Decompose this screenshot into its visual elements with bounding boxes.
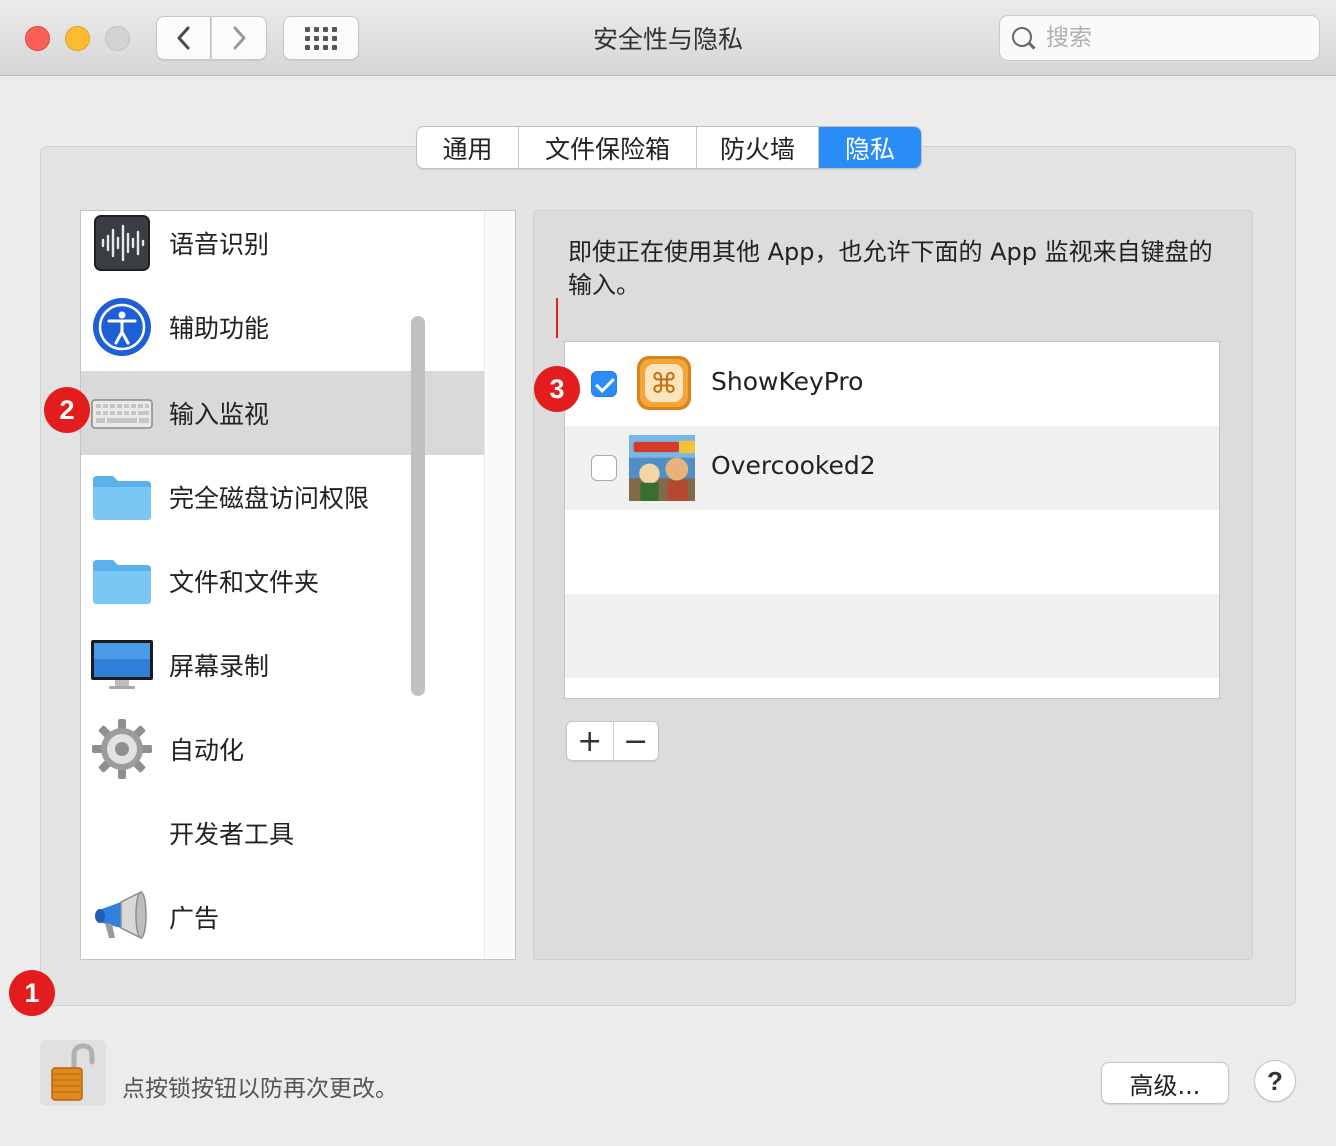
folder-icon — [93, 476, 151, 520]
app-row-empty — [565, 594, 1219, 678]
list-scrollbar-track[interactable] — [484, 211, 515, 959]
category-label: 辅助功能 — [169, 314, 270, 343]
category-label: 输入监视 — [169, 400, 270, 429]
speech-waveform-icon — [94, 215, 150, 271]
title-bar: 安全性与隐私 — [0, 0, 1336, 76]
category-advertising[interactable]: 广告 — [81, 875, 484, 959]
add-remove-control: + − — [566, 721, 659, 761]
input-monitoring-description: 即使正在使用其他 App，也允许下面的 App 监视来自键盘的输入。 — [568, 238, 1213, 299]
list-scrollbar-thumb[interactable] — [411, 316, 425, 696]
add-app-button[interactable]: + — [567, 722, 613, 760]
lock-button[interactable] — [40, 1040, 106, 1106]
advanced-button[interactable]: 高级... — [1101, 1062, 1229, 1104]
category-label: 广告 — [169, 904, 220, 933]
annotation-badge-3: 3 — [534, 366, 580, 412]
tab-bar: 通用 文件保险箱 防火墙 隐私 — [416, 126, 922, 169]
category-label: 自动化 — [169, 736, 245, 765]
monitor-icon — [91, 640, 153, 689]
zoom-window-button[interactable] — [105, 26, 130, 51]
minimize-window-button[interactable] — [65, 26, 90, 51]
unlocked-padlock-icon — [51, 1043, 95, 1101]
app-row-empty — [565, 510, 1219, 594]
search-icon — [1010, 25, 1036, 51]
annotation-cursor-mark — [556, 298, 558, 338]
tab-filevault[interactable]: 文件保险箱 — [519, 127, 697, 168]
privacy-category-list[interactable]: 语音识别 辅助功能 输入监视 完全磁盘访问权限 文件和文件夹 屏幕录制 自动化 … — [80, 210, 516, 960]
keyboard-icon — [91, 399, 153, 429]
back-button[interactable] — [156, 16, 211, 60]
category-speech-recognition[interactable]: 语音识别 — [81, 211, 484, 285]
tab-privacy[interactable]: 隐私 — [819, 127, 921, 168]
category-label: 文件和文件夹 — [169, 568, 320, 597]
app-enabled-checkbox[interactable] — [591, 455, 617, 481]
app-row-showkeypro[interactable]: ⌘ ShowKeyPro — [565, 342, 1219, 426]
chevron-left-icon — [177, 26, 189, 50]
show-all-grid-icon — [305, 26, 337, 50]
category-label: 语音识别 — [169, 230, 270, 259]
help-button[interactable]: ? — [1254, 1060, 1296, 1102]
tab-firewall[interactable]: 防火墙 — [697, 127, 819, 168]
accessibility-icon — [93, 298, 151, 356]
folder-icon — [93, 560, 151, 604]
overcooked2-app-icon — [629, 435, 695, 501]
category-label: 完全磁盘访问权限 — [169, 484, 370, 513]
gear-icon — [92, 719, 152, 779]
tab-general[interactable]: 通用 — [417, 127, 519, 168]
svg-text:⌘: ⌘ — [650, 367, 678, 400]
app-name: ShowKeyPro — [711, 367, 864, 396]
close-window-button[interactable] — [25, 26, 50, 51]
search-field[interactable] — [999, 15, 1320, 61]
category-automation[interactable]: 自动化 — [81, 707, 484, 791]
annotation-badge-1: 1 — [9, 970, 55, 1016]
megaphone-icon — [95, 890, 147, 940]
app-row-overcooked2[interactable]: Overcooked2 — [565, 426, 1219, 510]
annotation-badge-2: 2 — [44, 387, 90, 433]
chevron-right-icon — [233, 26, 246, 50]
app-enabled-checkbox[interactable] — [591, 371, 617, 397]
search-input[interactable] — [1046, 25, 1296, 51]
forward-button[interactable] — [211, 16, 267, 60]
showkeypro-app-icon: ⌘ — [637, 356, 691, 410]
allowed-apps-list[interactable]: ⌘ ShowKeyPro Overcooked2 — [564, 341, 1220, 699]
category-label: 开发者工具 — [169, 820, 295, 849]
lock-hint-text: 点按锁按钮以防再次更改。 — [122, 1076, 398, 1102]
category-developer-tools[interactable]: 开发者工具 — [81, 791, 484, 875]
remove-app-button[interactable]: − — [612, 722, 659, 760]
category-label: 屏幕录制 — [169, 652, 270, 681]
app-name: Overcooked2 — [711, 451, 876, 480]
show-all-button[interactable] — [283, 16, 359, 60]
